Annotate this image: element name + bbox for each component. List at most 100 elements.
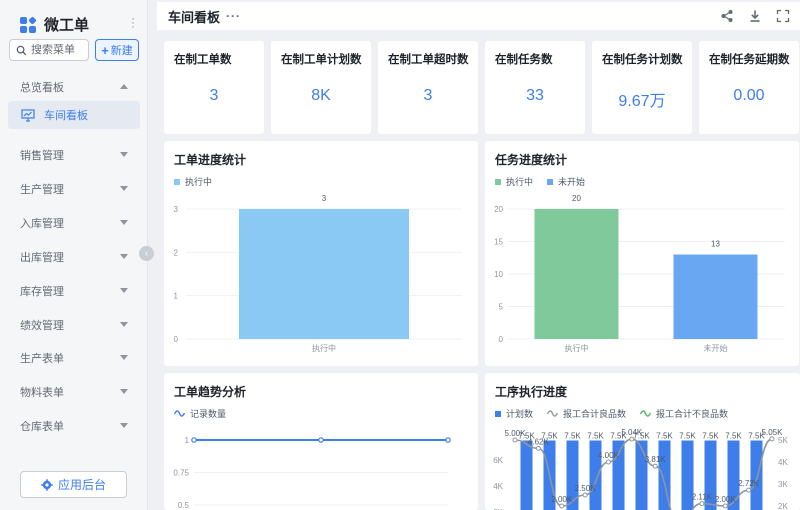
kpi-label: 在制任务延期数 bbox=[709, 54, 790, 66]
search-icon bbox=[16, 45, 27, 55]
kpi-card-workorder-plan: 在制工单计划数 8K bbox=[271, 41, 371, 134]
page-header: 车间看板 ··· bbox=[157, 2, 800, 30]
sidebar-item-workshop-board[interactable]: 车间看板 bbox=[8, 101, 140, 129]
nav-group-outbound[interactable]: 出库管理 bbox=[8, 244, 140, 270]
kpi-card-task-delay: 在制任务延期数 0.00 bbox=[699, 41, 799, 134]
nav-group-performance[interactable]: 绩效管理 bbox=[8, 312, 140, 338]
new-button-label: 新建 bbox=[110, 45, 133, 57]
data-point bbox=[652, 463, 658, 469]
sidebar-item-label: 车间看板 bbox=[44, 110, 88, 122]
panel-task-progress: 任务进度统计 执行中 未开始 0 5 10 15 20 20 执行中 13 未开始 bbox=[485, 141, 799, 366]
caret-down-icon bbox=[120, 254, 128, 259]
kpi-value: 8K bbox=[311, 87, 331, 104]
line-data-label: 5.04K bbox=[621, 428, 643, 437]
line-data-label: 5.00K bbox=[505, 429, 527, 438]
bar-data-label: 7.5K bbox=[587, 432, 604, 441]
data-point bbox=[512, 437, 518, 443]
caret-down-icon bbox=[120, 355, 128, 360]
kpi-label: 在制任务计划数 bbox=[602, 54, 683, 66]
y-tick-label-right: 5K bbox=[778, 436, 788, 445]
y-tick-label: 0 bbox=[174, 335, 179, 344]
plus-icon: + bbox=[101, 42, 109, 58]
bar-data-label: 7.5K bbox=[702, 432, 719, 441]
nav-group-label: 绩效管理 bbox=[20, 320, 64, 332]
nav-group-label: 总览看板 bbox=[20, 82, 64, 94]
y-tick-label: 1 bbox=[174, 292, 179, 301]
y-tick-label: 0.75 bbox=[173, 469, 189, 478]
data-point bbox=[629, 436, 635, 442]
nav-group-sales[interactable]: 销售管理 bbox=[8, 142, 140, 168]
data-point bbox=[535, 445, 541, 451]
more-options-icon[interactable]: · · · bbox=[130, 12, 136, 32]
panel-workorder-progress: 工单进度统计 执行中 0 1 2 3 3 执行中 bbox=[164, 141, 478, 366]
caret-down-icon bbox=[120, 220, 128, 225]
nav-group-production-forms[interactable]: 生产表单 bbox=[8, 345, 140, 371]
y-tick-label: 0 bbox=[499, 335, 504, 344]
kpi-value: 3 bbox=[209, 87, 219, 104]
y-tick-label: 20 bbox=[494, 205, 503, 214]
app-title: 微工单 bbox=[44, 17, 90, 34]
app-backend-label: 应用后台 bbox=[57, 478, 106, 492]
search-input[interactable] bbox=[31, 44, 85, 56]
kpi-card-workorders: 在制工单数 3 bbox=[164, 41, 264, 134]
nav-group-inventory[interactable]: 库存管理 bbox=[8, 278, 140, 304]
line-data-label: 3.81K bbox=[645, 455, 667, 464]
data-point bbox=[769, 436, 775, 442]
y-tick-label: 10 bbox=[494, 270, 503, 279]
share-icon[interactable] bbox=[720, 9, 734, 23]
data-point bbox=[746, 487, 752, 493]
data-label: 3 bbox=[322, 194, 327, 203]
nav-group-overview[interactable]: 总览看板 bbox=[8, 74, 140, 100]
download-icon[interactable] bbox=[748, 9, 762, 23]
x-tick-label: 执行中 bbox=[312, 343, 336, 353]
line-data-label: 2.50K bbox=[575, 484, 597, 493]
gear-icon bbox=[41, 478, 53, 491]
chevron-left-icon: ‹ bbox=[144, 248, 149, 259]
bar bbox=[239, 209, 409, 339]
search-box[interactable] bbox=[9, 39, 89, 61]
nav-group-label: 生产管理 bbox=[20, 184, 64, 196]
x-tick-label: 未开始 bbox=[704, 343, 728, 353]
y-tick-label-right: 2K bbox=[778, 502, 788, 510]
y-tick-label: 5 bbox=[499, 303, 504, 312]
nav-group-label: 销售管理 bbox=[20, 150, 64, 162]
kpi-card-task-plan: 在制任务计划数 9.67万 bbox=[592, 41, 692, 134]
data-point bbox=[722, 503, 728, 509]
workorder-progress-chart: 0 1 2 3 3 执行中 bbox=[174, 194, 462, 353]
collapse-sidebar-button[interactable]: ‹ bbox=[139, 246, 154, 261]
panel-process-progress: 工序执行进度 计划数 报工合计良品数 报工合计不良品数 6K4K2K5K4K3K… bbox=[485, 373, 800, 510]
y-tick-label: 0.5 bbox=[178, 501, 190, 510]
task-progress-chart: 0 5 10 15 20 20 执行中 13 未开始 bbox=[494, 194, 785, 353]
bar bbox=[750, 440, 763, 510]
panel-workorder-trend: 工单趋势分析 记录数量 1 0.75 0.5 bbox=[164, 373, 478, 510]
nav-group-inbound[interactable]: 入库管理 bbox=[8, 210, 140, 236]
app-backend-button[interactable]: 应用后台 bbox=[20, 471, 127, 498]
nav-group-production[interactable]: 生产管理 bbox=[8, 176, 140, 202]
app-logo-icon bbox=[20, 15, 37, 33]
bar-data-label: 7.5K bbox=[564, 432, 581, 441]
data-label: 13 bbox=[711, 240, 720, 249]
nav-group-warehouse-forms[interactable]: 仓库表单 bbox=[8, 413, 140, 439]
bar bbox=[534, 209, 619, 339]
nav-group-material-forms[interactable]: 物料表单 bbox=[8, 379, 140, 405]
line-data-label: 2.11K bbox=[692, 493, 713, 502]
data-point bbox=[318, 437, 324, 443]
y-tick-label: 1 bbox=[185, 436, 190, 445]
line-data-label: 5.05K bbox=[762, 428, 784, 437]
kpi-label: 在制工单数 bbox=[174, 54, 232, 66]
new-button[interactable]: + 新建 bbox=[95, 39, 139, 61]
nav-group-label: 仓库表单 bbox=[20, 421, 64, 433]
kpi-label: 在制工单超时数 bbox=[388, 54, 469, 66]
nav-group-label: 库存管理 bbox=[20, 286, 64, 298]
kpi-label: 在制工单计划数 bbox=[281, 54, 362, 66]
kpi-label: 在制任务数 bbox=[495, 54, 553, 66]
y-tick-label: 3 bbox=[174, 205, 179, 214]
line-data-label: 4.62K bbox=[528, 437, 550, 446]
data-point bbox=[582, 492, 588, 498]
x-tick-label: 执行中 bbox=[565, 343, 589, 353]
data-point bbox=[445, 437, 451, 443]
bar-data-label: 7.5K bbox=[725, 432, 742, 441]
fullscreen-icon[interactable] bbox=[776, 9, 790, 23]
data-point bbox=[699, 501, 705, 507]
more-icon[interactable]: ··· bbox=[226, 9, 241, 23]
